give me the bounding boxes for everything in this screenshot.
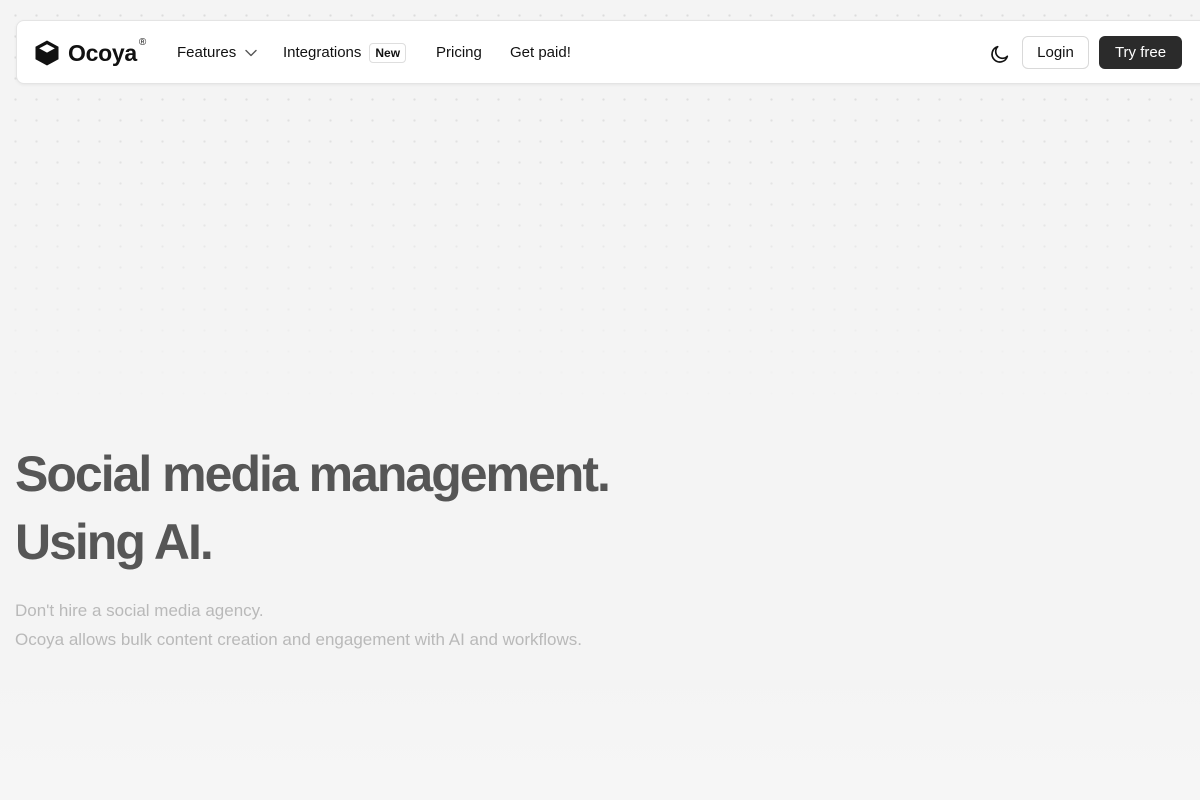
nav-get-paid-link[interactable]: Get paid! <box>510 43 571 63</box>
nav-features-dropdown[interactable]: Features <box>177 43 257 63</box>
login-button[interactable]: Login <box>1022 36 1089 69</box>
registered-mark: ® <box>138 36 147 48</box>
hero-subtitle-line-1: Don't hire a social media agency. <box>15 601 264 620</box>
nav-get-paid-label: Get paid! <box>510 44 571 61</box>
hero-subtitle: Don't hire a social media agency. Ocoya … <box>15 596 915 654</box>
hero-section: Social media management. Using AI. Don't… <box>15 440 915 654</box>
hero-title: Social media management. Using AI. <box>15 440 915 576</box>
hero-title-line-2: Using AI. <box>15 514 214 570</box>
cube-logo-icon <box>35 40 59 66</box>
try-free-button[interactable]: Try free <box>1099 36 1182 69</box>
nav-pricing-label: Pricing <box>436 44 482 61</box>
nav-integrations-link[interactable]: Integrations New <box>283 43 407 63</box>
chevron-down-icon <box>245 49 257 57</box>
nav-features-label: Features <box>177 44 237 61</box>
hero-subtitle-line-2: Ocoya allows bulk content creation and e… <box>15 630 582 649</box>
nav-pricing-link[interactable]: Pricing <box>436 43 482 63</box>
top-navbar: Ocoya ® Features Integrations New Pricin… <box>16 20 1200 84</box>
moon-icon[interactable] <box>989 43 1011 65</box>
brand-name: Ocoya <box>68 39 137 66</box>
new-badge: New <box>369 43 407 63</box>
hero-title-line-1: Social media management. <box>15 446 611 502</box>
nav-integrations-label: Integrations <box>283 44 362 61</box>
bottom-section-background <box>0 650 1200 800</box>
brand-logo-link[interactable]: Ocoya ® <box>34 36 147 68</box>
